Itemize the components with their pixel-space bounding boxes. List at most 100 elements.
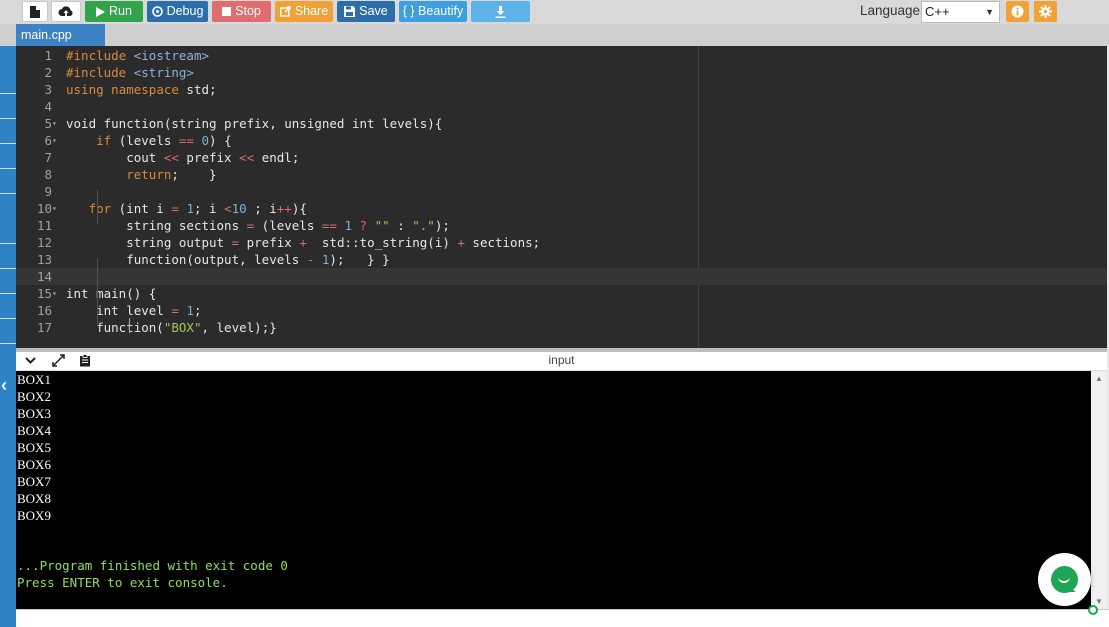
- stop-icon: [222, 7, 232, 16]
- code-line[interactable]: 3 using namespace std;: [16, 81, 1107, 98]
- code-text: if (levels == 0) {: [96, 133, 232, 148]
- code-line[interactable]: 1 #include <iostream>: [16, 47, 1107, 64]
- line-number: 10: [36, 201, 52, 216]
- download-button[interactable]: [471, 1, 530, 22]
- line-number: 8: [44, 167, 52, 182]
- language-select[interactable]: C++ ▼: [921, 1, 1000, 23]
- fold-toggle-icon[interactable]: ▾: [52, 200, 60, 217]
- code-text: int level = 1;: [66, 303, 202, 318]
- code-line[interactable]: 12 string output = prefix + std::to_stri…: [16, 234, 1107, 251]
- console-output-line: BOX9: [17, 508, 51, 523]
- line-number: 6: [44, 133, 52, 148]
- line-number: 9: [44, 184, 52, 199]
- code-line[interactable]: 16 int level = 1;: [16, 302, 1107, 319]
- chevron-left-icon[interactable]: ‹: [1, 375, 7, 396]
- fold-toggle-icon[interactable]: ▾: [52, 132, 60, 149]
- code-text: cout << prefix << endl;: [66, 150, 300, 165]
- code-text: using namespace std;: [66, 82, 217, 97]
- scroll-up-icon[interactable]: ▲: [1095, 374, 1103, 383]
- code-line[interactable]: 2 #include <string>: [16, 64, 1107, 81]
- code-line[interactable]: 10 ▾ for (int i = 1; i <10 ; i++){: [16, 200, 1107, 217]
- line-number: 11: [36, 218, 52, 233]
- console-output-line: BOX8: [17, 491, 51, 506]
- tab-bar: main.cpp: [0, 24, 1109, 46]
- scroll-down-icon[interactable]: ▼: [1095, 597, 1103, 606]
- fold-toggle-icon[interactable]: ▾: [52, 285, 60, 302]
- online-status-icon: [1088, 605, 1098, 615]
- file-icon: [30, 5, 40, 18]
- line-number: 7: [44, 150, 52, 165]
- stop-label: Stop: [235, 4, 261, 18]
- new-file-button[interactable]: [22, 1, 48, 22]
- console-footer: [16, 609, 1109, 627]
- console-output-line: BOX7: [17, 474, 51, 489]
- fold-toggle-icon[interactable]: ▾: [52, 115, 60, 132]
- language-value: C++: [925, 4, 950, 19]
- code-line[interactable]: 14: [16, 268, 1107, 285]
- code-line[interactable]: 5 ▾ void function(string prefix, unsigned …: [16, 115, 1107, 132]
- play-icon: [96, 6, 106, 17]
- code-line[interactable]: 4: [16, 98, 1107, 115]
- line-number: 13: [36, 252, 52, 267]
- cloud-upload-icon: [58, 5, 74, 18]
- toolbar: Run Debug Stop Share Save { } Beautify L…: [0, 0, 1109, 24]
- line-number: 2: [44, 65, 52, 80]
- code-editor[interactable]: 1 #include <iostream> 2 #include <string> 3 u…: [16, 46, 1107, 348]
- stop-button[interactable]: Stop: [212, 1, 271, 22]
- debug-icon: [151, 6, 163, 17]
- share-label: Share: [294, 4, 329, 18]
- code-text: #include <string>: [66, 65, 194, 80]
- line-number: 4: [44, 99, 52, 114]
- console-header: input: [16, 352, 1107, 371]
- code-line[interactable]: 9: [16, 183, 1107, 200]
- beautify-button[interactable]: { } Beautify: [399, 1, 467, 22]
- info-button[interactable]: [1006, 1, 1029, 22]
- console-output-line: BOX4: [17, 423, 51, 438]
- console-scrollbar[interactable]: ▲ ▼: [1091, 371, 1107, 609]
- upload-button[interactable]: [51, 1, 81, 22]
- share-button[interactable]: Share: [275, 1, 333, 22]
- share-icon: [279, 6, 291, 17]
- line-number: 14: [36, 269, 52, 284]
- code-line[interactable]: 8 return; }: [16, 166, 1107, 183]
- console-output-line: BOX5: [17, 440, 51, 455]
- info-icon: [1011, 5, 1024, 18]
- line-number: 16: [36, 303, 52, 318]
- line-number: 12: [36, 235, 52, 250]
- console-output-line: BOX1: [17, 372, 51, 387]
- line-number: 15: [36, 286, 52, 301]
- gear-icon: [1039, 5, 1052, 18]
- settings-button[interactable]: [1034, 1, 1057, 22]
- language-label: Language: [860, 3, 921, 18]
- code-line[interactable]: 11 string sections = (levels == 1 ? "" :…: [16, 217, 1107, 234]
- save-button[interactable]: Save: [337, 1, 395, 22]
- console-title: input: [548, 353, 575, 367]
- run-button[interactable]: Run: [85, 1, 143, 22]
- code-line[interactable]: 6 ▾ if (levels == 0) {: [16, 132, 1107, 149]
- code-line[interactable]: 13 function(output, levels - 1); } }: [16, 251, 1107, 268]
- code-line[interactable]: 7 cout << prefix << endl;: [16, 149, 1107, 166]
- run-label: Run: [109, 4, 132, 18]
- code-line[interactable]: 15 ▾ int main() {: [16, 285, 1107, 302]
- code-line[interactable]: 17 function("BOX", level);}: [16, 319, 1107, 336]
- chat-button[interactable]: [1038, 553, 1091, 606]
- code-text: for (int i = 1; i <10 ; i++){: [88, 201, 307, 216]
- code-text: #include <iostream>: [66, 48, 210, 63]
- tab-main-cpp[interactable]: main.cpp: [16, 24, 105, 46]
- debug-button[interactable]: Debug: [147, 1, 208, 22]
- line-number: 5: [44, 116, 52, 131]
- code-text: void function(string prefix, unsigned in…: [66, 116, 443, 131]
- code-text: function(output, levels - 1); } }: [66, 252, 390, 267]
- code-text: string sections = (levels == 1 ? "" : ".…: [66, 218, 450, 233]
- line-number: 1: [44, 48, 52, 63]
- download-icon: [495, 5, 506, 18]
- beautify-label: { } Beautify: [402, 4, 464, 18]
- line-number: 3: [44, 82, 52, 97]
- console-output[interactable]: BOX1 BOX2 BOX3 BOX4 BOX5 BOX6 BOX7 BOX8 BOX9 ...P…: [16, 371, 1091, 609]
- console-status-line: ...Program finished with exit code 0: [17, 558, 288, 573]
- debug-label: Debug: [166, 4, 204, 18]
- console-output-line: BOX6: [17, 457, 51, 472]
- text-cursor: [129, 318, 130, 333]
- console-output-line: BOX3: [17, 406, 51, 421]
- line-number: 17: [36, 320, 52, 335]
